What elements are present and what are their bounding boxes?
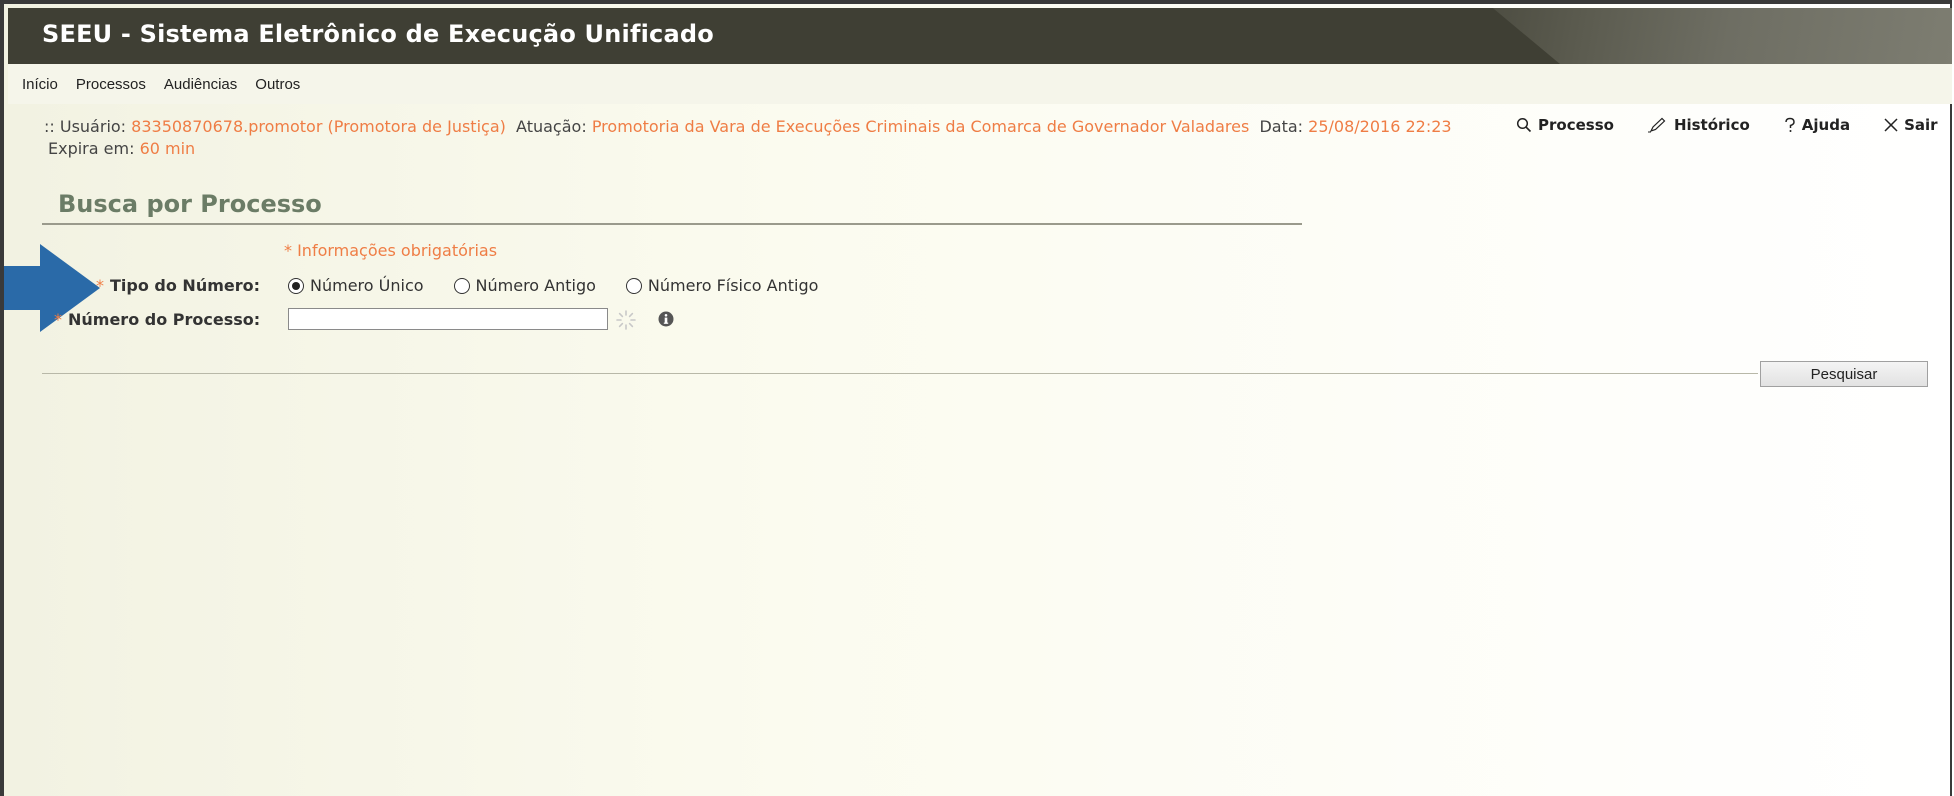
- search-button[interactable]: Pesquisar: [1760, 361, 1928, 387]
- form-divider: [42, 373, 1758, 374]
- atuacao-label: Atuação:: [516, 117, 587, 136]
- menu-item-outros[interactable]: Outros: [255, 76, 300, 93]
- menu-item-processos[interactable]: Processos: [76, 76, 146, 93]
- radio-numero-unico-label: Número Único: [310, 276, 424, 295]
- radio-numero-antigo[interactable]: Número Antigo: [453, 276, 596, 295]
- radio-numero-unico-button[interactable]: [288, 277, 304, 294]
- menu-item-inicio[interactable]: Início: [22, 76, 58, 93]
- menu-item-audiencias[interactable]: Audiências: [164, 76, 237, 93]
- user-label: :: Usuário:: [44, 117, 127, 136]
- numero-processo-label: * Número do Processo:: [54, 310, 260, 329]
- question-icon: [1785, 117, 1795, 132]
- section-divider: [42, 223, 1302, 225]
- sair-link-label: Sair: [1904, 116, 1938, 134]
- expira-label: Expira em:: [48, 139, 135, 158]
- tipo-numero-label: * Tipo do Número:: [96, 276, 260, 295]
- required-note: * Informações obrigatórias: [284, 241, 498, 260]
- pencil-icon: [1647, 117, 1666, 133]
- app-header: SEEU - Sistema Eletrônico de Execução Un…: [8, 8, 1952, 64]
- radio-numero-fisico-antigo-button[interactable]: [625, 277, 642, 294]
- data-value: 25/08/2016 22:23: [1308, 117, 1452, 136]
- header-decoration: [1492, 8, 1952, 64]
- atuacao-value: Promotoria da Vara de Execuções Criminai…: [591, 117, 1250, 136]
- page-frame: SEEU - Sistema Eletrônico de Execução Un…: [0, 0, 1952, 796]
- user-value: 83350870678.promotor (Promotora de Justi…: [131, 117, 506, 136]
- sair-link[interactable]: Sair: [1884, 116, 1938, 134]
- radio-numero-antigo-button[interactable]: [453, 277, 470, 294]
- section-title: Busca por Processo: [58, 190, 322, 218]
- tipo-numero-radio-group: Número Único Número Antigo Número Físico…: [288, 276, 818, 295]
- tipo-numero-label-text: Tipo do Número:: [110, 276, 261, 295]
- radio-numero-fisico-antigo-label: Número Físico Antigo: [647, 276, 819, 295]
- expira-value: 60 min: [139, 139, 196, 158]
- numero-processo-label-text: Número do Processo:: [68, 310, 261, 329]
- historico-link-label: Histórico: [1673, 116, 1750, 134]
- app-title: SEEU - Sistema Eletrônico de Execução Un…: [42, 20, 714, 48]
- ajuda-link-label: Ajuda: [1801, 116, 1851, 134]
- required-asterisk: *: [96, 276, 104, 295]
- processo-link[interactable]: Processo: [1516, 116, 1614, 134]
- main-menu: Início Processos Audiências Outros: [8, 64, 1952, 104]
- loading-spinner-icon: [616, 310, 636, 330]
- data-label: Data:: [1259, 117, 1304, 136]
- info-icon[interactable]: [658, 311, 674, 327]
- required-asterisk: *: [54, 310, 62, 329]
- historico-link[interactable]: Histórico: [1647, 116, 1750, 134]
- processo-link-label: Processo: [1538, 116, 1614, 134]
- ajuda-link[interactable]: Ajuda: [1784, 116, 1850, 134]
- radio-numero-antigo-label: Número Antigo: [475, 276, 596, 295]
- radio-numero-fisico-antigo[interactable]: Número Físico Antigo: [625, 276, 819, 295]
- close-icon: [1884, 118, 1898, 132]
- search-icon: [1516, 117, 1532, 133]
- top-links: Processo Histórico Ajuda Sair: [1516, 116, 1938, 134]
- radio-numero-unico[interactable]: Número Único: [288, 276, 424, 295]
- numero-processo-input[interactable]: [288, 308, 608, 330]
